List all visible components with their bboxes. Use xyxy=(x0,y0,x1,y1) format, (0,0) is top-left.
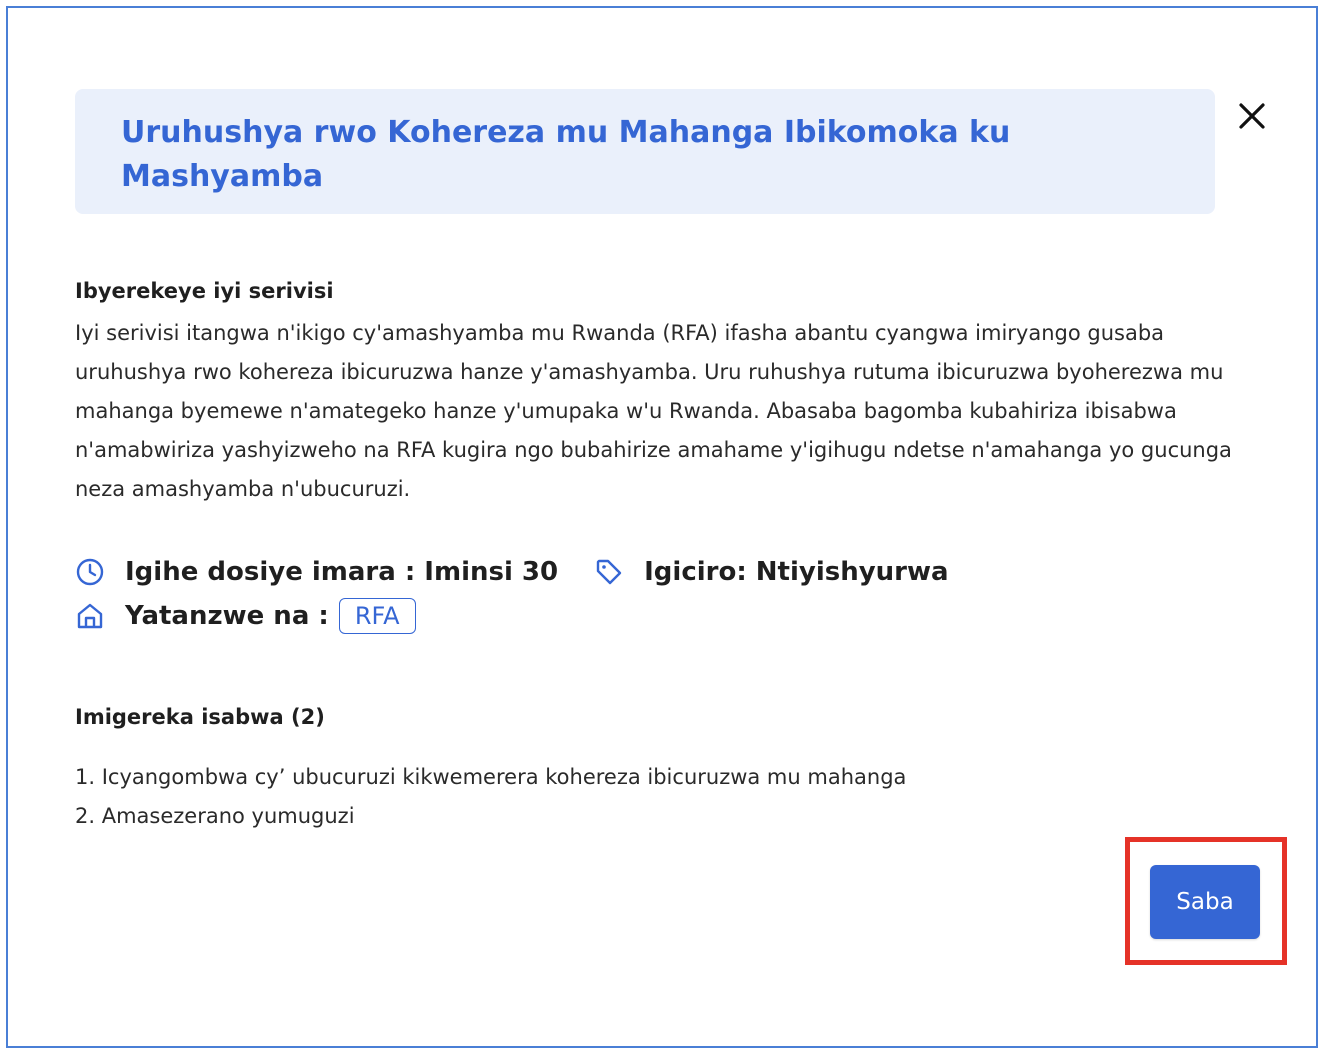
about-description: Iyi serivisi itangwa n'ikigo cy'amashyam… xyxy=(75,321,1232,501)
tag-icon xyxy=(594,557,624,587)
processing-time: Igihe dosiye imara : Iminsi 30 xyxy=(125,557,559,587)
apply-button[interactable]: Saba xyxy=(1150,865,1260,939)
price: Igiciro: Ntiyishyurwa xyxy=(644,557,949,587)
documents-list: 1. Icyangombwa cy’ ubucuruzi kikwemerera… xyxy=(75,758,906,836)
clock-icon xyxy=(75,557,105,587)
provider-badge[interactable]: RFA xyxy=(338,598,416,634)
provider-label: Yatanzwe na : xyxy=(125,601,329,631)
meta-row-provider: Yatanzwe na : RFA xyxy=(75,598,416,634)
close-icon xyxy=(1239,103,1265,129)
close-button[interactable] xyxy=(1232,96,1272,136)
list-item: 2. Amasezerano yumuguzi xyxy=(75,804,355,828)
service-modal: Uruhushya rwo Kohereza mu Mahanga Ibikom… xyxy=(6,6,1318,1048)
modal-title: Uruhushya rwo Kohereza mu Mahanga Ibikom… xyxy=(121,115,1011,194)
documents-heading: Imigereka isabwa (2) xyxy=(75,705,325,729)
about-heading: Ibyerekeye iyi serivisi xyxy=(75,279,334,303)
list-item: 1. Icyangombwa cy’ ubucuruzi kikwemerera… xyxy=(75,765,907,789)
title-banner: Uruhushya rwo Kohereza mu Mahanga Ibikom… xyxy=(75,89,1215,214)
meta-row-time-price: Igihe dosiye imara : Iminsi 30 Igiciro: … xyxy=(75,557,949,587)
home-icon xyxy=(75,601,105,631)
